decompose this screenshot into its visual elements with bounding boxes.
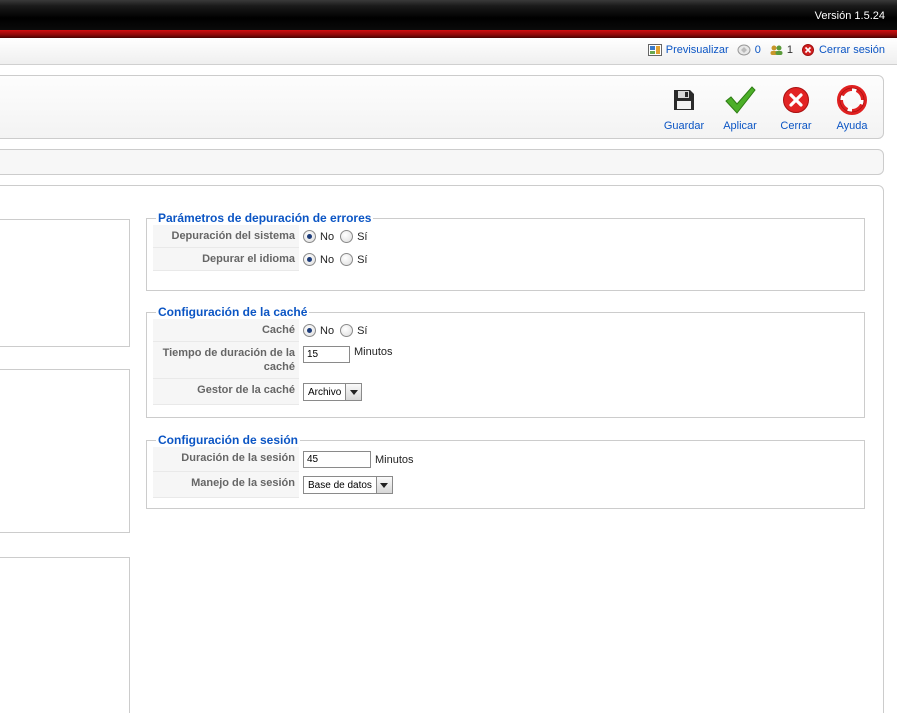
language-debug-row: Depurar el idioma No Sí — [153, 248, 858, 271]
language-debug-yes-label: Sí — [357, 253, 368, 266]
cache-legend: Configuración de la caché — [158, 305, 308, 319]
language-debug-yes-radio[interactable] — [340, 253, 354, 266]
close-label: Cerrar — [780, 120, 812, 132]
logout-label: Cerrar sesión — [818, 44, 885, 56]
save-button[interactable]: Guardar — [661, 84, 707, 132]
session-lifetime-unit: Minutos — [375, 453, 414, 466]
cache-time-row: Tiempo de duración de la caché Minutos — [153, 342, 858, 379]
session-lifetime-input[interactable] — [303, 451, 371, 468]
session-handler-select[interactable]: Base de datos — [303, 476, 393, 494]
preview-link[interactable]: Previsualizar — [647, 44, 729, 56]
left-fieldset-2 — [0, 369, 130, 533]
admin-header: Versión 1.5.24 — [0, 0, 897, 30]
messages-icon — [737, 44, 751, 56]
system-debug-row: Depuración del sistema No Sí — [153, 225, 858, 248]
system-debug-no-radio[interactable] — [303, 230, 316, 243]
cache-no-radio[interactable] — [303, 324, 316, 337]
language-debug-label: Depurar el idioma — [153, 248, 299, 271]
cache-handler-row: Gestor de la caché Archivo — [153, 379, 858, 405]
left-fieldset-3 — [0, 557, 130, 713]
checkmark-icon — [725, 86, 756, 114]
cache-yes-radio[interactable] — [340, 324, 354, 337]
chevron-down-icon — [375, 477, 392, 493]
system-debug-no-label: No — [320, 230, 335, 243]
toolbar: Guardar Aplicar Cerrar Ayuda — [0, 75, 884, 139]
session-handler-value: Base de datos — [308, 479, 372, 491]
help-button[interactable]: Ayuda — [829, 84, 875, 132]
close-button[interactable]: Cerrar — [773, 84, 819, 132]
chevron-down-icon — [345, 384, 362, 400]
session-fieldset: Configuración de sesión Duración de la s… — [146, 433, 865, 509]
apply-label: Aplicar — [723, 120, 757, 132]
cache-handler-select[interactable]: Archivo — [303, 383, 363, 401]
left-fieldset-1 — [0, 219, 130, 347]
users-icon — [770, 45, 783, 55]
submenu-bar — [0, 149, 884, 175]
cache-label: Caché — [153, 319, 299, 342]
session-lifetime-label: Duración de la sesión — [153, 447, 299, 472]
cache-time-input[interactable] — [303, 346, 350, 363]
save-label: Guardar — [663, 120, 705, 132]
debug-legend: Parámetros de depuración de errores — [158, 211, 372, 225]
users-count-label: 1 — [786, 44, 793, 56]
system-debug-label: Depuración del sistema — [153, 225, 299, 248]
system-debug-yes-radio[interactable] — [340, 230, 354, 243]
cache-handler-label: Gestor de la caché — [153, 379, 299, 405]
cache-row: Caché No Sí — [153, 319, 858, 342]
logout-icon — [801, 44, 814, 56]
cache-yes-label: Sí — [357, 324, 368, 337]
session-legend: Configuración de sesión — [158, 433, 299, 447]
language-debug-no-label: No — [320, 253, 335, 266]
session-handler-label: Manejo de la sesión — [153, 472, 299, 498]
session-lifetime-row: Duración de la sesión Minutos — [153, 447, 858, 472]
logout-link[interactable]: Cerrar sesión — [801, 44, 885, 56]
save-icon — [674, 90, 694, 110]
cache-time-label: Tiempo de duración de la caché — [153, 342, 299, 379]
header-red-stripe — [0, 30, 897, 38]
debug-fieldset: Parámetros de depuración de errores Depu… — [146, 211, 865, 291]
cache-fieldset: Configuración de la caché Caché No Sí Ti… — [146, 305, 865, 418]
version-text: Versión 1.5.24 — [814, 10, 885, 22]
preview-label: Previsualizar — [665, 44, 729, 56]
preview-icon — [647, 44, 662, 56]
messages-count-label: 0 — [754, 44, 761, 56]
help-label: Ayuda — [836, 120, 868, 132]
close-icon — [783, 87, 809, 113]
cache-handler-value: Archivo — [308, 386, 342, 398]
lifebuoy-icon — [837, 85, 867, 115]
system-debug-yes-label: Sí — [357, 230, 368, 243]
status-bar: Previsualizar 0 1 Cerrar sesión — [0, 38, 897, 65]
cache-time-unit: Minutos — [354, 346, 393, 358]
users-count[interactable]: 1 — [769, 44, 793, 56]
language-debug-no-radio[interactable] — [303, 253, 316, 266]
session-handler-row: Manejo de la sesión Base de datos — [153, 472, 858, 498]
messages-count[interactable]: 0 — [737, 44, 761, 56]
apply-button[interactable]: Aplicar — [717, 84, 763, 132]
cache-no-label: No — [320, 324, 335, 337]
